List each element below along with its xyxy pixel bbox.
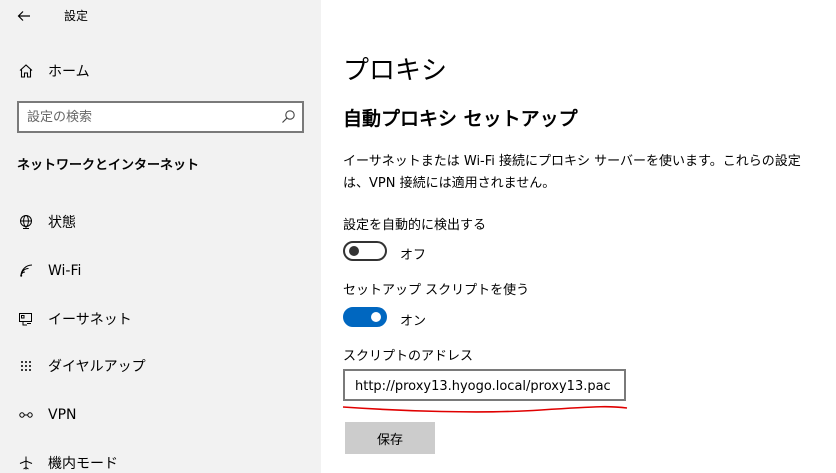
vpn-icon xyxy=(16,405,36,425)
home-icon xyxy=(16,61,36,81)
script-address-field[interactable] xyxy=(343,369,626,401)
page-title: プロキシ xyxy=(343,56,448,86)
sidebar-item-vpn[interactable]: VPN xyxy=(0,395,321,435)
sidebar-item-label: VPN xyxy=(48,407,77,423)
auto-detect-state: オフ xyxy=(400,248,427,263)
back-button[interactable] xyxy=(10,4,38,28)
red-underline-annotation xyxy=(342,405,628,413)
toggle-knob xyxy=(371,312,381,322)
use-script-toggle[interactable] xyxy=(343,307,387,327)
use-script-label: セットアップ スクリプトを使う xyxy=(343,283,530,298)
sidebar: 設定 ホーム ネットワークとインターネット 状態 xyxy=(0,0,321,473)
search-box[interactable] xyxy=(17,101,304,133)
sidebar-item-dialup[interactable]: ダイヤルアップ xyxy=(0,346,321,386)
section-title: 自動プロキシ セットアップ xyxy=(343,108,578,130)
main-content: プロキシ 自動プロキシ セットアップ イーサネットまたは Wi-Fi 接続にプロ… xyxy=(321,0,836,473)
save-button[interactable]: 保存 xyxy=(345,422,435,454)
sidebar-item-airplane-mode[interactable]: 機内モード xyxy=(0,443,321,473)
sidebar-item-label: ダイヤルアップ xyxy=(48,359,146,375)
sidebar-item-label: Wi-Fi xyxy=(48,263,82,279)
sidebar-item-label: イーサネット xyxy=(48,312,132,328)
toggle-knob xyxy=(349,246,359,256)
sidebar-item-label: 機内モード xyxy=(48,456,118,472)
search-icon[interactable] xyxy=(280,109,296,125)
back-arrow-icon xyxy=(17,11,30,21)
auto-detect-label: 設定を自動的に検出する xyxy=(343,218,487,233)
description: イーサネットまたは Wi-Fi 接続にプロキシ サーバーを使います。これらの設定… xyxy=(343,154,801,191)
airplane-icon xyxy=(16,453,36,473)
sidebar-section-header: ネットワークとインターネット xyxy=(17,158,200,173)
title-bar: 設定 xyxy=(0,0,321,32)
sidebar-item-label: ホーム xyxy=(48,64,90,80)
search-input[interactable] xyxy=(27,107,267,127)
sidebar-item-ethernet[interactable]: イーサネット xyxy=(0,299,321,339)
dialup-icon xyxy=(16,356,36,376)
sidebar-item-wifi[interactable]: Wi-Fi xyxy=(0,251,321,291)
wifi-icon xyxy=(16,261,36,281)
script-address-input[interactable] xyxy=(355,376,615,396)
auto-detect-toggle[interactable] xyxy=(343,241,387,261)
ethernet-icon xyxy=(16,309,36,329)
script-address-label: スクリプトのアドレス xyxy=(343,349,474,364)
sidebar-item-status[interactable]: 状態 xyxy=(0,202,321,242)
globe-icon xyxy=(16,212,36,232)
app-title: 設定 xyxy=(64,9,89,23)
use-script-state: オン xyxy=(400,314,427,329)
sidebar-item-home[interactable]: ホーム xyxy=(0,51,321,91)
sidebar-item-label: 状態 xyxy=(48,215,76,231)
